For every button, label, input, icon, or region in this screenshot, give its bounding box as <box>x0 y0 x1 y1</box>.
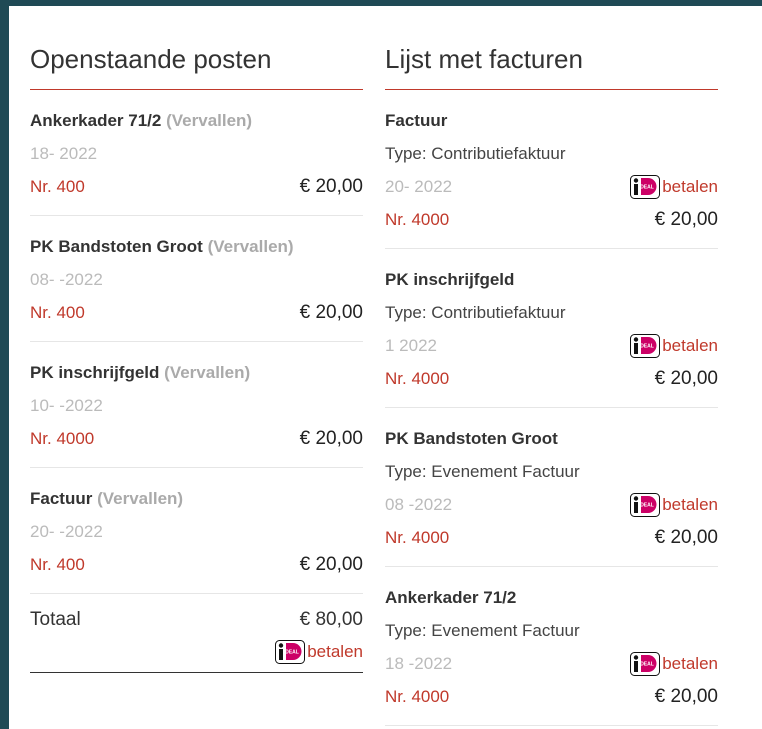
invoice-number: Nr. 4000 <box>385 368 450 388</box>
ideal-logo-icon: DEAL <box>630 492 661 517</box>
invoice-type: Type: Contributiefaktuur <box>385 143 566 163</box>
pay-label: betalen <box>662 653 718 673</box>
total-label: Totaal <box>30 609 81 630</box>
item-date: 10- -2022 <box>30 395 103 415</box>
item-number: Nr. 400 <box>30 302 85 322</box>
svg-text:DEAL: DEAL <box>640 343 654 349</box>
invoice-title: Ankerkader 71/2 <box>385 587 517 607</box>
item-date: 18- 2022 <box>30 143 98 163</box>
open-item: Factuur (Vervallen) 20- -2022 Nr. 400 € … <box>30 468 363 594</box>
item-status: (Vervallen) <box>164 362 251 382</box>
svg-text:DEAL: DEAL <box>640 661 654 667</box>
item-date: 08- -2022 <box>30 269 103 289</box>
pay-label: betalen <box>662 176 718 196</box>
invoice-date: 20- 2022 <box>385 176 453 196</box>
total-divider <box>30 672 363 673</box>
total-row: Totaal € 80,00 <box>30 602 363 638</box>
item-status: (Vervallen) <box>166 110 253 130</box>
item-title: Factuur <box>30 488 93 508</box>
open-items-heading: Openstaande posten <box>30 6 363 90</box>
invoice-title: PK inschrijfgeld <box>385 269 515 289</box>
open-item: PK Bandstoten Groot (Vervallen) 08- -202… <box>30 216 363 342</box>
invoice-amount: € 20,00 <box>654 367 718 389</box>
item-amount: € 20,00 <box>299 553 363 575</box>
invoice-title: Factuur <box>385 110 448 130</box>
item-title: Ankerkader 71/2 <box>30 110 162 130</box>
invoice-amount: € 20,00 <box>654 685 718 707</box>
pay-button[interactable]: DEAL betalen <box>630 651 718 676</box>
open-item: PK inschrijfgeld (Vervallen) 10- -2022 N… <box>30 342 363 468</box>
pay-label: betalen <box>662 335 718 355</box>
item-date: 20- -2022 <box>30 521 103 541</box>
item-title: PK inschrijfgeld <box>30 362 160 382</box>
item-number: Nr. 4000 <box>30 428 95 448</box>
item-title: PK Bandstoten Groot <box>30 236 203 256</box>
invoices-heading: Lijst met facturen <box>385 6 718 90</box>
pay-button[interactable]: DEAL betalen <box>630 492 718 517</box>
invoice-panel: Openstaande posten Ankerkader 71/2 (Verv… <box>9 6 762 729</box>
item-amount: € 20,00 <box>299 427 363 449</box>
ideal-logo-icon: DEAL <box>275 640 306 664</box>
invoices-column: Lijst met facturen Factuur Type: Contrib… <box>385 6 718 726</box>
invoice-title: PK Bandstoten Groot <box>385 428 558 448</box>
open-item: Ankerkader 71/2 (Vervallen) 18- 2022 Nr.… <box>30 90 363 216</box>
pay-button[interactable]: DEAL betalen <box>630 333 718 358</box>
item-status: (Vervallen) <box>97 488 184 508</box>
pay-button[interactable]: DEAL betalen <box>630 174 718 199</box>
invoice-date: 18 -2022 <box>385 653 453 673</box>
invoice-type: Type: Evenement Factuur <box>385 620 580 640</box>
ideal-logo-icon: DEAL <box>630 174 661 199</box>
invoice-type: Type: Evenement Factuur <box>385 461 580 481</box>
svg-text:DEAL: DEAL <box>640 184 654 190</box>
invoice-date: 08 -2022 <box>385 494 453 514</box>
svg-text:DEAL: DEAL <box>285 650 299 656</box>
invoice-item: PK Bandstoten Groot Type: Evenement Fact… <box>385 408 718 567</box>
invoice-item: Factuur Type: Contributiefaktuur 20- 202… <box>385 90 718 249</box>
pay-label: betalen <box>662 494 718 514</box>
pay-all-button[interactable]: DEAL betalen <box>275 640 363 664</box>
invoice-number: Nr. 4000 <box>385 686 450 706</box>
invoice-item: Ankerkader 71/2 Type: Evenement Factuur … <box>385 567 718 726</box>
item-amount: € 20,00 <box>299 175 363 197</box>
ideal-logo-icon: DEAL <box>630 333 661 358</box>
item-number: Nr. 400 <box>30 176 85 196</box>
ideal-logo-icon: DEAL <box>630 651 661 676</box>
item-amount: € 20,00 <box>299 301 363 323</box>
invoice-item: PK inschrijfgeld Type: Contributiefaktuu… <box>385 249 718 408</box>
svg-text:DEAL: DEAL <box>640 502 654 508</box>
invoice-date: 1 2022 <box>385 335 437 355</box>
invoice-number: Nr. 4000 <box>385 527 450 547</box>
pay-label: betalen <box>307 642 363 661</box>
invoice-number: Nr. 4000 <box>385 209 450 229</box>
invoice-amount: € 20,00 <box>654 526 718 548</box>
open-items-column: Openstaande posten Ankerkader 71/2 (Verv… <box>30 6 363 673</box>
item-status: (Vervallen) <box>207 236 294 256</box>
item-number: Nr. 400 <box>30 554 85 574</box>
total-amount: € 80,00 <box>299 609 363 630</box>
invoice-amount: € 20,00 <box>654 208 718 230</box>
invoice-type: Type: Contributiefaktuur <box>385 302 566 322</box>
